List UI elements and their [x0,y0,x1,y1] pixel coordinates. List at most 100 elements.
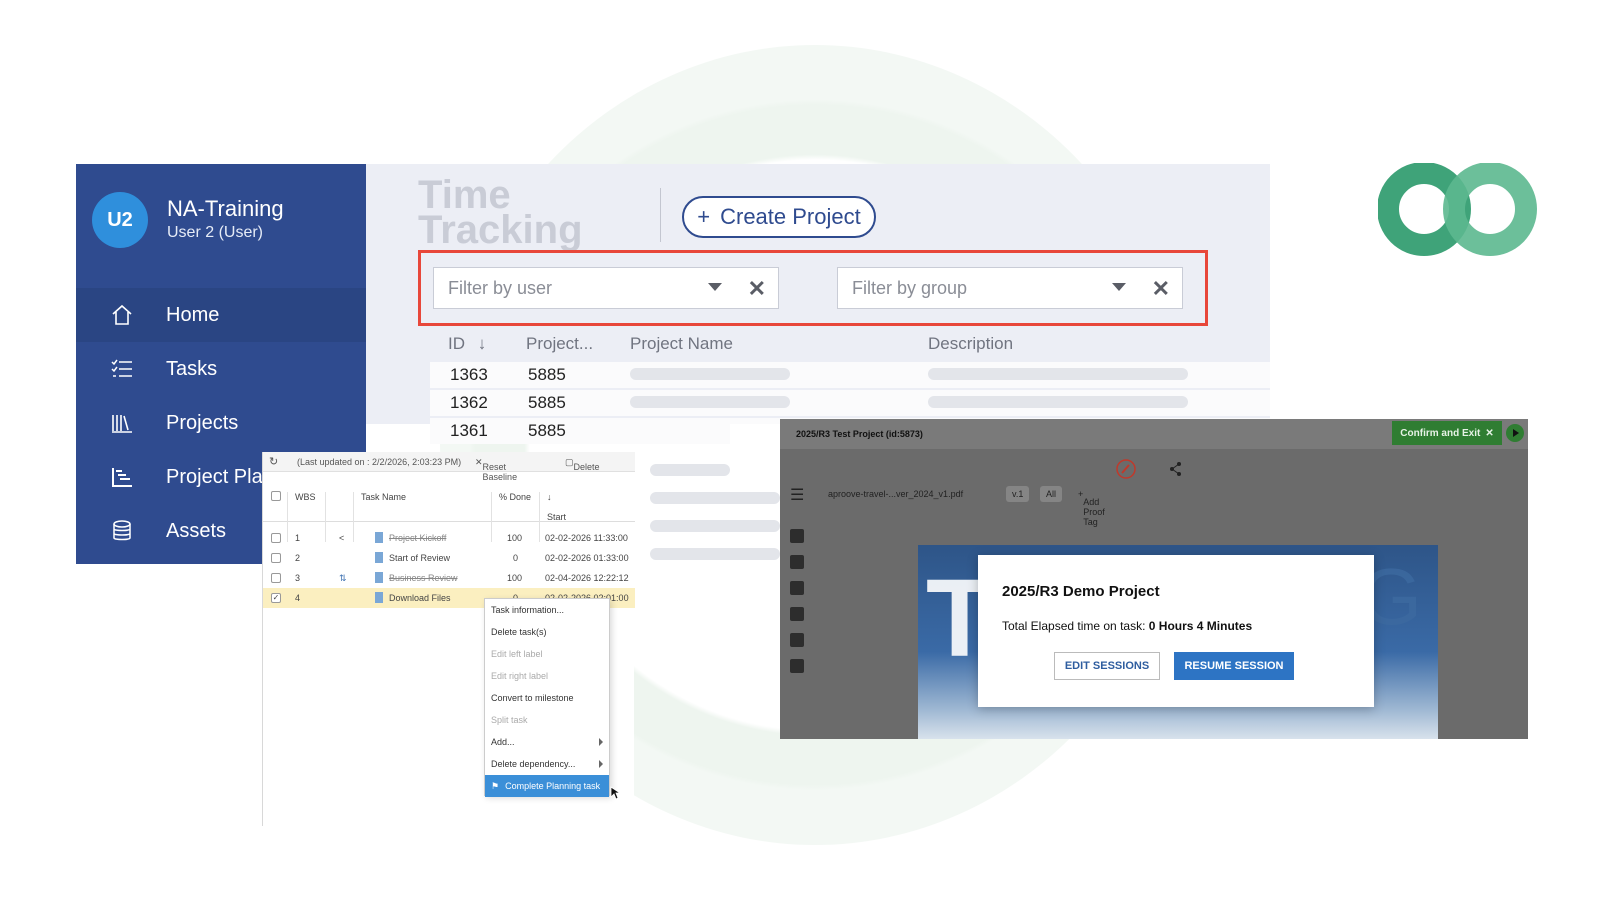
table-row[interactable]: 1362 5885 [430,390,1270,416]
play-icon[interactable] [1506,424,1524,442]
refresh-icon[interactable]: ↻ [269,455,278,468]
cell-id: 1363 [450,365,488,384]
menu-item-delete-tasks[interactable]: Delete task(s) [485,621,609,643]
home-icon [108,301,136,329]
column-start-label: Start [547,512,567,522]
cell-task-name: Business Review [389,573,458,583]
cell-done: 0 [513,553,519,563]
column-wbs[interactable]: WBS [295,492,316,502]
page-title: Time Tracking [418,175,618,252]
chevron-down-icon[interactable] [708,283,722,291]
sort-down-icon: ↓ [477,334,487,353]
column-header-project-name[interactable]: Project Name [630,334,733,354]
viewer-toolbar: ☰ aproove-travel-...ver_2024_v1.pdf v.1 … [780,481,1528,527]
pen-icon[interactable] [790,607,804,621]
menu-item-task-information[interactable]: Task information... [485,599,609,621]
resume-session-button[interactable]: RESUME SESSION [1174,652,1294,680]
link-icon: ⇅ [339,573,347,583]
edit-sessions-button[interactable]: EDIT SESSIONS [1054,652,1160,680]
blurred-text [650,520,780,532]
close-icon[interactable]: ✕ [1152,276,1170,302]
menu-item-delete-dependency[interactable]: Delete dependency... [485,753,609,775]
sidebar-item-projects[interactable]: Projects [76,396,366,450]
column-task-name[interactable]: Task Name [361,492,406,502]
close-icon[interactable]: ✕ [748,276,766,302]
document-icon[interactable] [790,529,804,543]
create-project-button[interactable]: + Create Project [682,196,876,238]
column-header-description[interactable]: Description [928,334,1013,354]
time-tracking-dialog: 2025/R3 Demo Project Total Elapsed time … [978,555,1374,707]
viewer-title: 2025/R3 Test Project (id:5873) [796,429,923,439]
filter-all-button[interactable]: All [1040,486,1063,502]
compare-icon[interactable] [790,581,804,595]
create-project-label: Create Project [720,204,861,229]
document-icon [375,572,383,583]
row-checkbox-checked[interactable]: ✓ [271,593,281,603]
blurred-text [928,368,1188,380]
cell-task-name: Start of Review [389,553,451,563]
filter-by-user[interactable]: Filter by user ✕ [433,267,779,309]
cell-start: 02-02-2026 01:33:00 [545,553,629,563]
select-all-checkbox[interactable] [271,491,281,501]
filter-by-group[interactable]: Filter by group ✕ [837,267,1183,309]
books-icon [108,409,136,437]
document-icon [375,552,383,563]
barcode-icon[interactable] [790,659,804,673]
filter-highlight: Filter by user ✕ Filter by group ✕ [418,250,1208,326]
menu-item-add[interactable]: Add... [485,731,609,753]
cell-wbs: 4 [295,593,301,603]
sidebar-item-label: Home [166,303,220,326]
row-checkbox[interactable] [271,533,281,543]
sidebar-item-tasks[interactable]: Tasks [76,342,366,396]
reset-baseline-button[interactable]: ✕ Reset Baseline [475,457,517,482]
share-icon[interactable] [1170,462,1181,476]
grid-icon[interactable] [790,555,804,569]
cell-task-name: Project Kickoff [389,533,447,543]
row-checkbox[interactable] [271,573,281,583]
menu-item-convert-to-milestone[interactable]: Convert to milestone [485,687,609,709]
sidebar-item-label: Tasks [166,357,218,380]
confirm-label: Confirm and Exit [1400,427,1481,439]
sidebar-item-home[interactable]: Home [76,288,366,342]
table-row[interactable]: 1361 5885 [430,418,730,444]
file-name: aproove-travel-...ver_2024_v1.pdf [828,489,964,499]
avatar[interactable]: U2 [92,192,148,248]
cell-done: 100 [507,573,523,583]
blurred-text [928,396,1188,408]
menu-item-label: Delete dependency... [491,759,576,769]
time-tracking-panel: Time Tracking + Create Project Filter by… [366,164,1270,424]
add-proof-tag-button[interactable]: + Add Proof Tag [1078,489,1105,527]
share-icon: < [339,533,345,543]
header-divider [660,188,661,242]
brand-logo [1378,163,1537,256]
flag-icon: ⚑ [491,780,500,791]
row-checkbox[interactable] [271,553,281,563]
delete-button[interactable]: ▢ Delete [565,457,600,472]
column-start[interactable]: Start ↓ [547,492,566,522]
version-selector[interactable]: v.1 [1006,486,1030,502]
menu-item-edit-right-label: Edit right label [491,671,549,681]
page-title-line-2: Tracking [418,208,583,252]
ruler-icon[interactable] [790,633,804,647]
column-header-id[interactable]: ID ↓ [448,334,486,354]
context-menu: Task information... Delete task(s) Edit … [484,598,610,797]
org-name: NA-Training [167,196,284,221]
elapsed-value: 0 Hours 4 Minutes [1148,619,1253,633]
confirm-and-exit-button[interactable]: Confirm and Exit ✕ [1392,421,1502,445]
gantt-icon [108,463,136,491]
column-header-project[interactable]: Project... [526,334,593,354]
menu-icon[interactable]: ☰ [790,485,804,505]
table-row[interactable]: 1 < Project Kickoff 100 02-02-2026 11:33… [263,528,635,548]
cell-project: 5885 [528,421,566,440]
chevron-down-icon[interactable] [1112,283,1126,291]
chevron-right-icon [599,738,603,746]
add-proof-tag-label: Add Proof Tag [1083,497,1105,527]
table-row[interactable]: 2 Start of Review 0 02-02-2026 01:33:00 [263,548,635,568]
table-row[interactable]: 1363 5885 [430,362,1270,388]
menu-item-complete-planning-task[interactable]: ⚑ Complete Planning task [485,775,609,797]
edit-icon[interactable] [1116,459,1136,479]
column-percent-done[interactable]: % Done [499,492,531,502]
table-row[interactable]: 3 ⇅ Business Review 100 02-04-2026 12:22… [263,568,635,588]
cell-wbs: 2 [295,553,301,563]
cell-id: 1361 [450,421,488,440]
